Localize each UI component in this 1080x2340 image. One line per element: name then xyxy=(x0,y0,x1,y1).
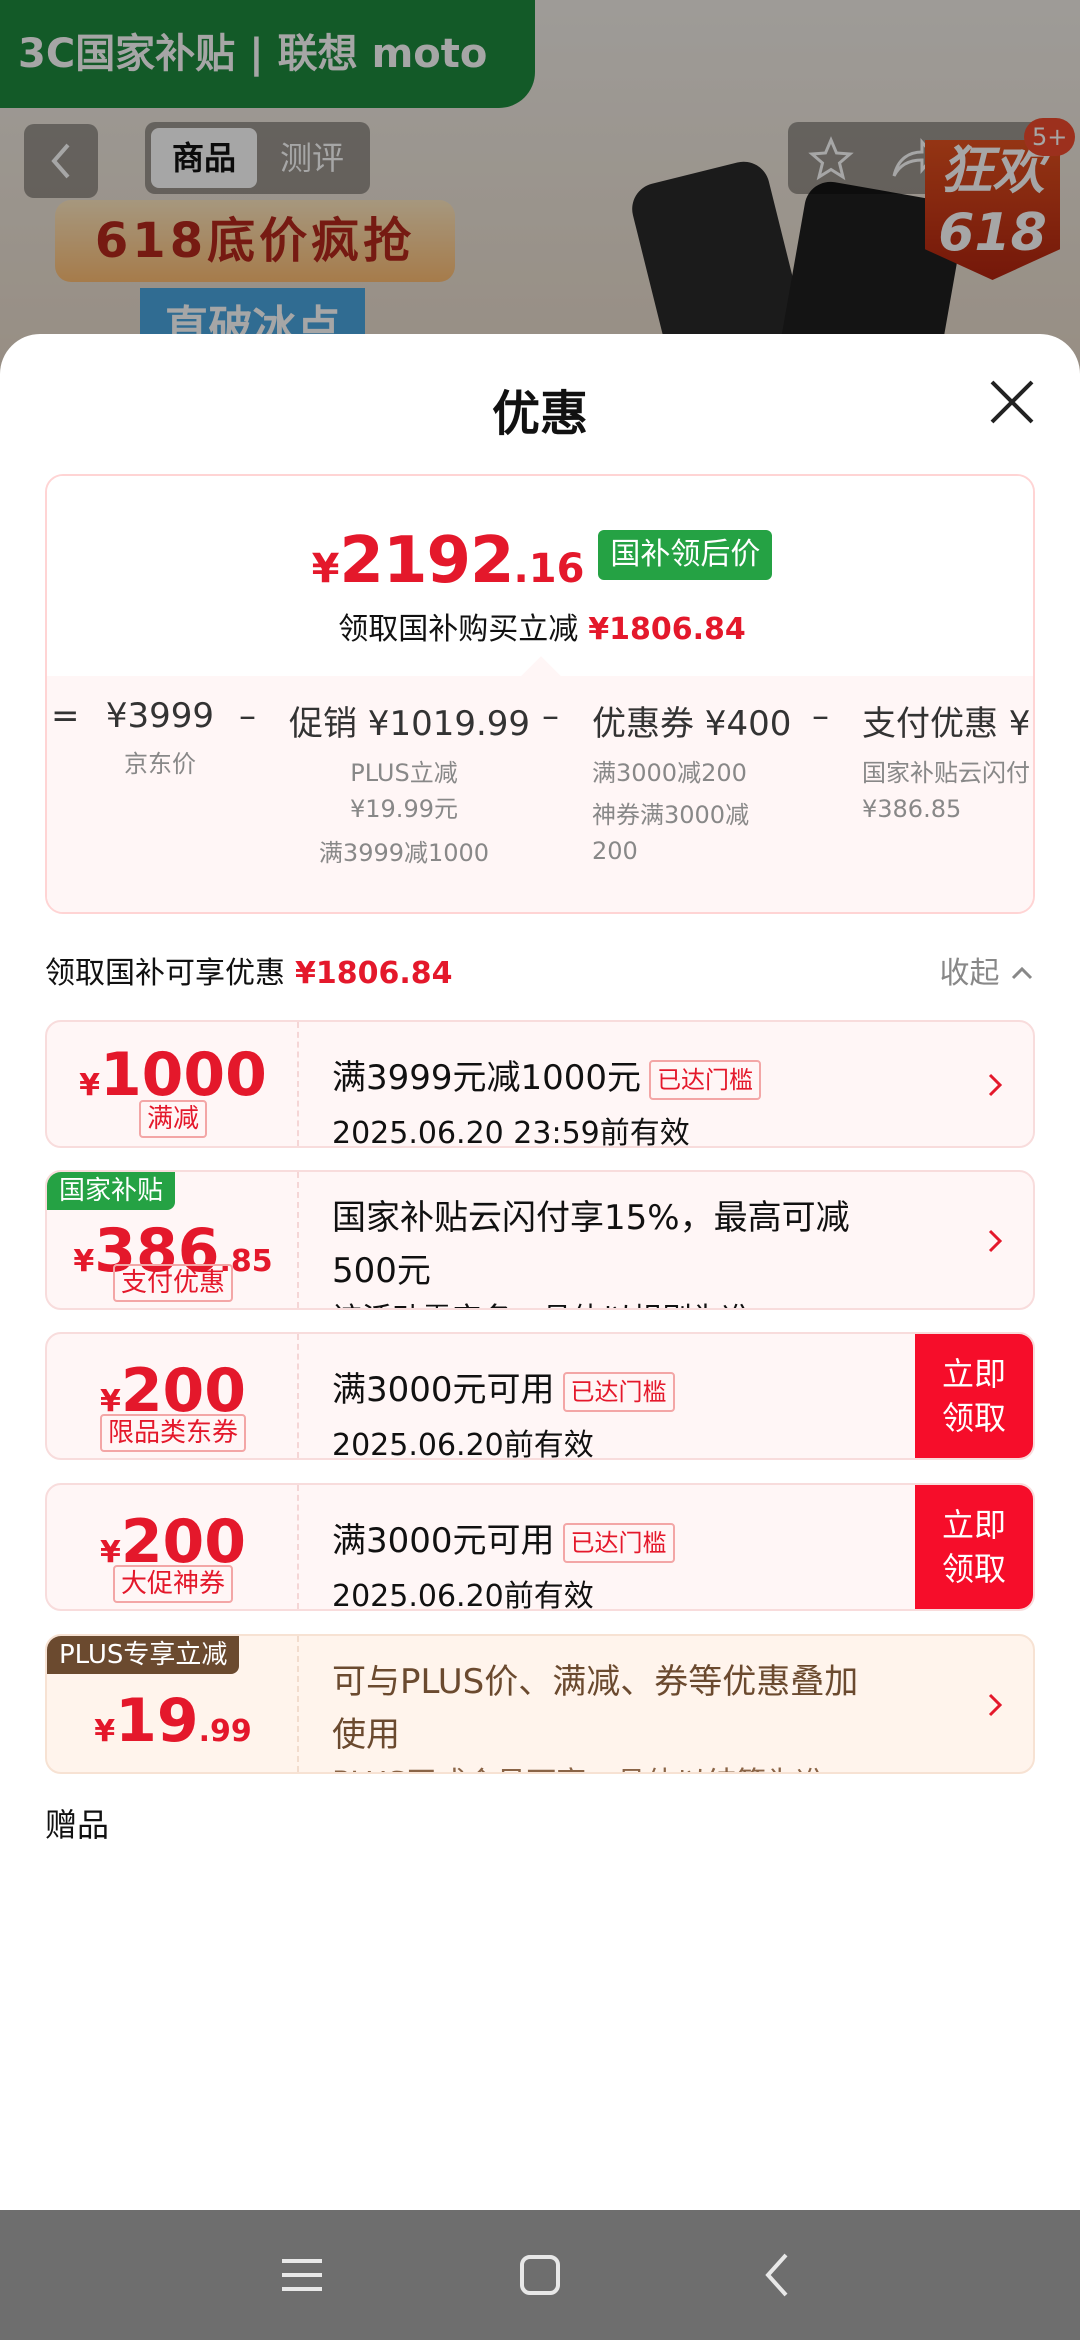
price-calc-row: = ¥3999 京东价 – 促销 ¥1019.99 PLUS立减 ¥19.99元… xyxy=(47,676,1035,912)
coupon-category-jd[interactable]: ¥200 限品类东券 满3000元可用 已达门槛 2025.06.20前有效 立即… xyxy=(45,1332,1035,1460)
gift-section-label: 赠品 xyxy=(45,1806,110,1844)
close-icon[interactable] xyxy=(984,374,1040,430)
chevron-up-icon xyxy=(1011,966,1033,980)
claim-button[interactable]: 立即领取 xyxy=(915,1334,1033,1458)
calc-item-coupon: 优惠券 ¥400 满3000减200 神券满3000减 200 xyxy=(592,704,792,865)
coupon-condition: 国家补贴云闪付享15%，最高可减 xyxy=(332,1198,850,1238)
coupon-validity: 2025.06.20前有效 xyxy=(332,1427,594,1460)
coupon-condition-cont: 使用 xyxy=(332,1715,400,1755)
claim-button[interactable]: 立即领取 xyxy=(915,1485,1033,1609)
home-icon[interactable] xyxy=(510,2245,570,2305)
coupon-condition: 满3000元可用 xyxy=(332,1521,555,1561)
collapse-button[interactable]: 收起 xyxy=(939,948,1035,992)
coupon-condition: 满3999元减1000元 xyxy=(332,1058,642,1098)
final-price-row: ¥2192.16 国补领后价 xyxy=(47,524,1033,598)
coupon-validity: 2025.06.20前有效 xyxy=(332,1578,594,1611)
discount-sheet: 优惠 ¥2192.16 国补领后价 领取国补购买立减 ¥1806.84 = ¥399… xyxy=(0,334,1080,2210)
coupon-rule-note: 该活动需实名，具体以规则为准 xyxy=(332,1294,850,1308)
threshold-badge: 已达门槛 xyxy=(649,1059,762,1100)
subsidy-reduction: 领取国补购买立减 ¥1806.84 xyxy=(338,612,746,647)
coupon-promo-super[interactable]: ¥200 大促神券 满3000元可用 已达门槛 2025.06.20前有效 立即领… xyxy=(45,1483,1035,1611)
coupon-validity: 2025.06.20 23:59前有效 xyxy=(332,1115,690,1148)
calc-minus: – xyxy=(812,696,829,736)
coupon-type-chip: 大促神券 xyxy=(112,1565,233,1603)
calc-equals: = xyxy=(51,696,80,736)
available-discounts-header: 领取国补可享优惠 ¥1806.84 收起 xyxy=(45,948,1035,998)
coupon-plus-exclusive[interactable]: PLUS专享立减 ¥19.99 可与PLUS价、满减、券等优惠叠加 使用 PLU… xyxy=(45,1634,1035,1774)
coupon-condition: 可与PLUS价、满减、券等优惠叠加 xyxy=(332,1662,859,1702)
threshold-badge: 已达门槛 xyxy=(562,1522,675,1563)
coupon-payment-subsidy[interactable]: 国家补贴 ¥386.85 支付优惠 国家补贴云闪付享15%，最高可减 500元 … xyxy=(45,1170,1035,1310)
coupon-full-reduction[interactable]: ¥1000 满减 满3999元减1000元 已达门槛 2025.06.20 23:… xyxy=(45,1020,1035,1148)
sheet-title: 优惠 xyxy=(491,386,588,442)
coupon-type-chip: 满减 xyxy=(138,1100,207,1138)
threshold-badge: 已达门槛 xyxy=(562,1371,675,1412)
coupon-condition-cont: 500元 xyxy=(332,1251,431,1291)
system-nav-bar xyxy=(0,2210,1080,2340)
price-breakdown-card: ¥2192.16 国补领后价 领取国补购买立减 ¥1806.84 = ¥3999 京… xyxy=(45,474,1035,914)
final-price: ¥2192.16 xyxy=(311,524,585,598)
calc-minus: – xyxy=(239,696,256,736)
calc-item-payment: 支付优惠 ¥3 国家补贴云闪付 ¥386.85 xyxy=(862,704,1035,823)
chevron-right-icon xyxy=(988,1693,1003,1717)
menu-icon[interactable] xyxy=(272,2245,332,2305)
coupon-rule-note: PLUS正式会员可享，具体以结算为准 xyxy=(332,1758,858,1772)
calc-item-promo: 促销 ¥1019.99 PLUS立减 ¥19.99元 满3999减1000 xyxy=(289,704,531,867)
coupon-amount: ¥19.99 xyxy=(94,1686,252,1756)
chevron-right-icon xyxy=(988,1073,1003,1097)
coupon-type-chip: 支付优惠 xyxy=(112,1264,233,1302)
calc-minus: – xyxy=(542,696,559,736)
coupon-type-chip: 限品类东券 xyxy=(99,1414,246,1452)
subsidy-price-tag: 国补领后价 xyxy=(598,530,773,580)
chevron-right-icon xyxy=(988,1229,1003,1253)
back-icon[interactable] xyxy=(748,2245,808,2305)
coupon-condition: 满3000元可用 xyxy=(332,1370,555,1410)
calc-item-jd-price: ¥3999 京东价 xyxy=(105,696,215,778)
